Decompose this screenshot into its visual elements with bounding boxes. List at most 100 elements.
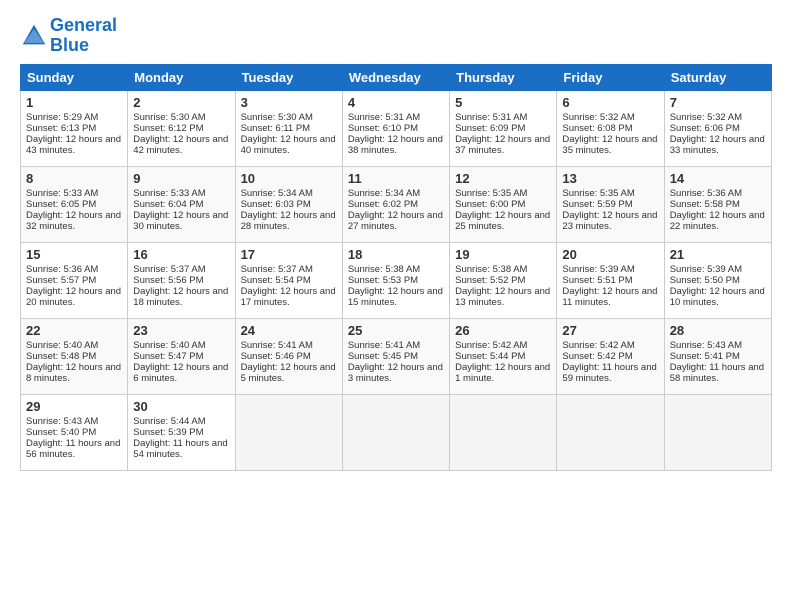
calendar-cell: 26 Sunrise: 5:42 AM Sunset: 5:44 PM Dayl…	[450, 318, 557, 394]
calendar-cell: 30 Sunrise: 5:44 AM Sunset: 5:39 PM Dayl…	[128, 394, 235, 470]
sunset-text: Sunset: 5:47 PM	[133, 351, 203, 362]
sunrise-text: Sunrise: 5:42 AM	[455, 340, 527, 351]
day-number: 16	[133, 247, 229, 262]
day-number: 19	[455, 247, 551, 262]
day-number: 20	[562, 247, 658, 262]
daylight-text: Daylight: 12 hours and 28 minutes.	[241, 210, 336, 232]
logo-blue-text: Blue	[50, 35, 89, 55]
sunrise-text: Sunrise: 5:38 AM	[455, 264, 527, 275]
sunrise-text: Sunrise: 5:34 AM	[241, 188, 313, 199]
daylight-text: Daylight: 12 hours and 6 minutes.	[133, 362, 228, 384]
daylight-text: Daylight: 12 hours and 30 minutes.	[133, 210, 228, 232]
sunrise-text: Sunrise: 5:41 AM	[348, 340, 420, 351]
daylight-text: Daylight: 12 hours and 13 minutes.	[455, 286, 550, 308]
day-number: 7	[670, 95, 766, 110]
daylight-text: Daylight: 11 hours and 56 minutes.	[26, 438, 120, 460]
calendar-cell: 11 Sunrise: 5:34 AM Sunset: 6:02 PM Dayl…	[342, 166, 449, 242]
day-number: 10	[241, 171, 337, 186]
daylight-text: Daylight: 12 hours and 43 minutes.	[26, 134, 121, 156]
sunrise-text: Sunrise: 5:37 AM	[241, 264, 313, 275]
sunset-text: Sunset: 6:09 PM	[455, 123, 525, 134]
day-number: 21	[670, 247, 766, 262]
sunset-text: Sunset: 5:58 PM	[670, 199, 740, 210]
sunset-text: Sunset: 5:56 PM	[133, 275, 203, 286]
sunset-text: Sunset: 5:53 PM	[348, 275, 418, 286]
calendar-cell	[342, 394, 449, 470]
day-number: 23	[133, 323, 229, 338]
calendar-cell: 12 Sunrise: 5:35 AM Sunset: 6:00 PM Dayl…	[450, 166, 557, 242]
day-number: 4	[348, 95, 444, 110]
header-sunday: Sunday	[21, 64, 128, 90]
week-row-2: 8 Sunrise: 5:33 AM Sunset: 6:05 PM Dayli…	[21, 166, 772, 242]
day-number: 27	[562, 323, 658, 338]
calendar-cell: 21 Sunrise: 5:39 AM Sunset: 5:50 PM Dayl…	[664, 242, 771, 318]
calendar-cell: 2 Sunrise: 5:30 AM Sunset: 6:12 PM Dayli…	[128, 90, 235, 166]
sunrise-text: Sunrise: 5:34 AM	[348, 188, 420, 199]
day-number: 1	[26, 95, 122, 110]
week-row-3: 15 Sunrise: 5:36 AM Sunset: 5:57 PM Dayl…	[21, 242, 772, 318]
sunrise-text: Sunrise: 5:33 AM	[133, 188, 205, 199]
calendar-cell: 8 Sunrise: 5:33 AM Sunset: 6:05 PM Dayli…	[21, 166, 128, 242]
calendar-header-row: SundayMondayTuesdayWednesdayThursdayFrid…	[21, 64, 772, 90]
daylight-text: Daylight: 12 hours and 35 minutes.	[562, 134, 657, 156]
sunset-text: Sunset: 6:13 PM	[26, 123, 96, 134]
sunrise-text: Sunrise: 5:31 AM	[348, 112, 420, 123]
calendar-cell	[557, 394, 664, 470]
calendar-cell: 6 Sunrise: 5:32 AM Sunset: 6:08 PM Dayli…	[557, 90, 664, 166]
daylight-text: Daylight: 12 hours and 18 minutes.	[133, 286, 228, 308]
sunset-text: Sunset: 6:12 PM	[133, 123, 203, 134]
calendar-cell: 17 Sunrise: 5:37 AM Sunset: 5:54 PM Dayl…	[235, 242, 342, 318]
day-number: 18	[348, 247, 444, 262]
day-number: 14	[670, 171, 766, 186]
daylight-text: Daylight: 12 hours and 27 minutes.	[348, 210, 443, 232]
sunset-text: Sunset: 5:50 PM	[670, 275, 740, 286]
calendar-table: SundayMondayTuesdayWednesdayThursdayFrid…	[20, 64, 772, 471]
week-row-5: 29 Sunrise: 5:43 AM Sunset: 5:40 PM Dayl…	[21, 394, 772, 470]
day-number: 17	[241, 247, 337, 262]
daylight-text: Daylight: 12 hours and 5 minutes.	[241, 362, 336, 384]
calendar-cell	[450, 394, 557, 470]
logo-icon	[20, 22, 48, 50]
day-number: 29	[26, 399, 122, 414]
calendar-cell: 24 Sunrise: 5:41 AM Sunset: 5:46 PM Dayl…	[235, 318, 342, 394]
sunset-text: Sunset: 5:59 PM	[562, 199, 632, 210]
day-number: 9	[133, 171, 229, 186]
sunset-text: Sunset: 5:48 PM	[26, 351, 96, 362]
sunrise-text: Sunrise: 5:43 AM	[26, 416, 98, 427]
day-number: 2	[133, 95, 229, 110]
sunrise-text: Sunrise: 5:42 AM	[562, 340, 634, 351]
sunset-text: Sunset: 5:51 PM	[562, 275, 632, 286]
calendar-cell: 14 Sunrise: 5:36 AM Sunset: 5:58 PM Dayl…	[664, 166, 771, 242]
daylight-text: Daylight: 12 hours and 32 minutes.	[26, 210, 121, 232]
daylight-text: Daylight: 12 hours and 20 minutes.	[26, 286, 121, 308]
header: General Blue	[20, 16, 772, 56]
sunset-text: Sunset: 6:05 PM	[26, 199, 96, 210]
day-number: 8	[26, 171, 122, 186]
sunrise-text: Sunrise: 5:44 AM	[133, 416, 205, 427]
sunrise-text: Sunrise: 5:36 AM	[670, 188, 742, 199]
calendar-cell: 29 Sunrise: 5:43 AM Sunset: 5:40 PM Dayl…	[21, 394, 128, 470]
day-number: 28	[670, 323, 766, 338]
sunset-text: Sunset: 5:45 PM	[348, 351, 418, 362]
daylight-text: Daylight: 12 hours and 42 minutes.	[133, 134, 228, 156]
daylight-text: Daylight: 12 hours and 38 minutes.	[348, 134, 443, 156]
logo-text: General Blue	[50, 16, 117, 56]
day-number: 25	[348, 323, 444, 338]
week-row-4: 22 Sunrise: 5:40 AM Sunset: 5:48 PM Dayl…	[21, 318, 772, 394]
sunset-text: Sunset: 5:46 PM	[241, 351, 311, 362]
daylight-text: Daylight: 12 hours and 3 minutes.	[348, 362, 443, 384]
sunset-text: Sunset: 6:06 PM	[670, 123, 740, 134]
day-number: 24	[241, 323, 337, 338]
daylight-text: Daylight: 12 hours and 17 minutes.	[241, 286, 336, 308]
calendar-cell: 19 Sunrise: 5:38 AM Sunset: 5:52 PM Dayl…	[450, 242, 557, 318]
sunset-text: Sunset: 6:03 PM	[241, 199, 311, 210]
calendar-cell: 16 Sunrise: 5:37 AM Sunset: 5:56 PM Dayl…	[128, 242, 235, 318]
week-row-1: 1 Sunrise: 5:29 AM Sunset: 6:13 PM Dayli…	[21, 90, 772, 166]
calendar-cell: 1 Sunrise: 5:29 AM Sunset: 6:13 PM Dayli…	[21, 90, 128, 166]
sunrise-text: Sunrise: 5:41 AM	[241, 340, 313, 351]
calendar-cell: 9 Sunrise: 5:33 AM Sunset: 6:04 PM Dayli…	[128, 166, 235, 242]
sunrise-text: Sunrise: 5:30 AM	[241, 112, 313, 123]
calendar-cell: 20 Sunrise: 5:39 AM Sunset: 5:51 PM Dayl…	[557, 242, 664, 318]
daylight-text: Daylight: 11 hours and 54 minutes.	[133, 438, 227, 460]
sunrise-text: Sunrise: 5:38 AM	[348, 264, 420, 275]
